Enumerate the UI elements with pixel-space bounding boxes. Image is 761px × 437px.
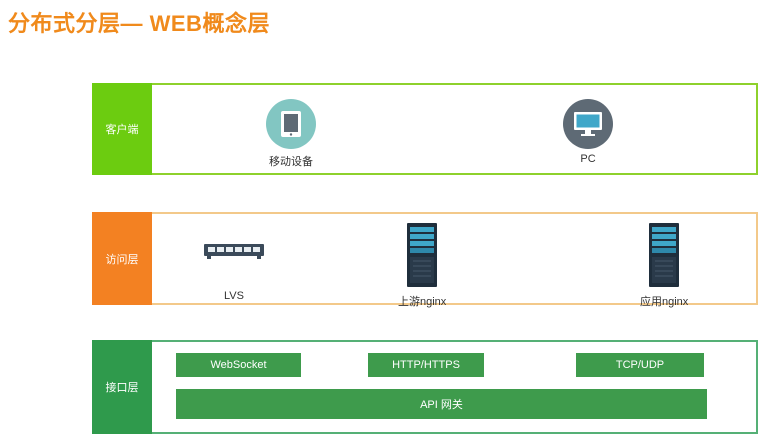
client-layer-label: 客户端 bbox=[92, 83, 152, 175]
mobile-device-label: 移动设备 bbox=[269, 156, 313, 168]
api-gateway-box: API 网关 bbox=[176, 389, 707, 419]
server-rack-icon bbox=[407, 223, 438, 292]
access-layer-label: 访问层 bbox=[92, 212, 152, 305]
server-rack-icon bbox=[649, 223, 680, 292]
app-nginx-label: 应用nginx bbox=[640, 296, 689, 308]
http-https-box: HTTP/HTTPS bbox=[368, 353, 484, 377]
api-layer-label: 接口层 bbox=[92, 340, 152, 434]
pc-label: PC bbox=[580, 153, 596, 165]
lvs-node: LVS bbox=[204, 242, 264, 302]
lvs-label: LVS bbox=[224, 290, 244, 302]
api-layer: 接口层 WebSocket HTTP/HTTPS TCP/UDP API 网关 bbox=[92, 340, 758, 434]
pc-node: PC bbox=[563, 99, 613, 165]
monitor-icon bbox=[563, 99, 613, 149]
tablet-icon bbox=[266, 99, 316, 149]
client-layer: 客户端 移动设备 PC bbox=[92, 83, 758, 175]
websocket-box: WebSocket bbox=[176, 353, 301, 377]
upstream-nginx-node: 上游nginx bbox=[398, 223, 446, 309]
mobile-device-node: 移动设备 bbox=[266, 99, 316, 169]
upstream-nginx-label: 上游nginx bbox=[398, 296, 447, 308]
page-title: 分布式分层— WEB概念层 bbox=[8, 11, 270, 36]
network-switch-icon bbox=[204, 242, 264, 265]
tcp-udp-box: TCP/UDP bbox=[576, 353, 704, 377]
access-layer: 访问层 LVS 上游nginx 应用nginx bbox=[92, 212, 758, 308]
app-nginx-node: 应用nginx bbox=[640, 223, 688, 309]
